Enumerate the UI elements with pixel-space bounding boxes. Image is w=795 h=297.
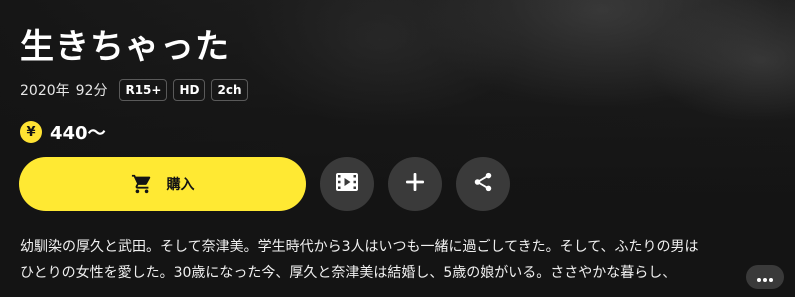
meta-row: 2020年 92分 R15+ HD 2ch	[20, 78, 248, 102]
page-title: 生きちゃった	[20, 27, 230, 67]
price-text: 440〜	[50, 123, 106, 144]
plus-icon	[405, 172, 425, 196]
share-icon	[472, 171, 494, 197]
duration: 92分	[75, 83, 108, 99]
description-line: 幼馴染の厚久と武田。そして奈津美。学生時代から3人はいつも一緒に過ごしてきた。そ…	[20, 239, 699, 255]
trailer-button[interactable]	[320, 157, 374, 211]
buy-button-label: 購入	[166, 176, 195, 192]
buy-button[interactable]: 購入	[19, 157, 306, 211]
share-button[interactable]	[456, 157, 510, 211]
film-icon	[335, 171, 359, 197]
release-year: 2020年	[20, 83, 70, 99]
expand-description-button[interactable]	[746, 265, 784, 289]
more-dots-icon	[756, 268, 774, 287]
rating-badge: R15+	[119, 79, 168, 101]
description-fade	[660, 260, 750, 288]
quality-badge: HD	[173, 79, 206, 101]
price-row: ¥ 440〜	[20, 119, 106, 145]
yen-coin-icon: ¥	[20, 121, 42, 143]
title-detail-panel: 生きちゃった 2020年 92分 R15+ HD 2ch ¥ 440〜 購入 幼…	[0, 0, 795, 297]
cart-icon	[131, 173, 153, 195]
add-to-list-button[interactable]	[388, 157, 442, 211]
audio-badge: 2ch	[211, 79, 248, 101]
